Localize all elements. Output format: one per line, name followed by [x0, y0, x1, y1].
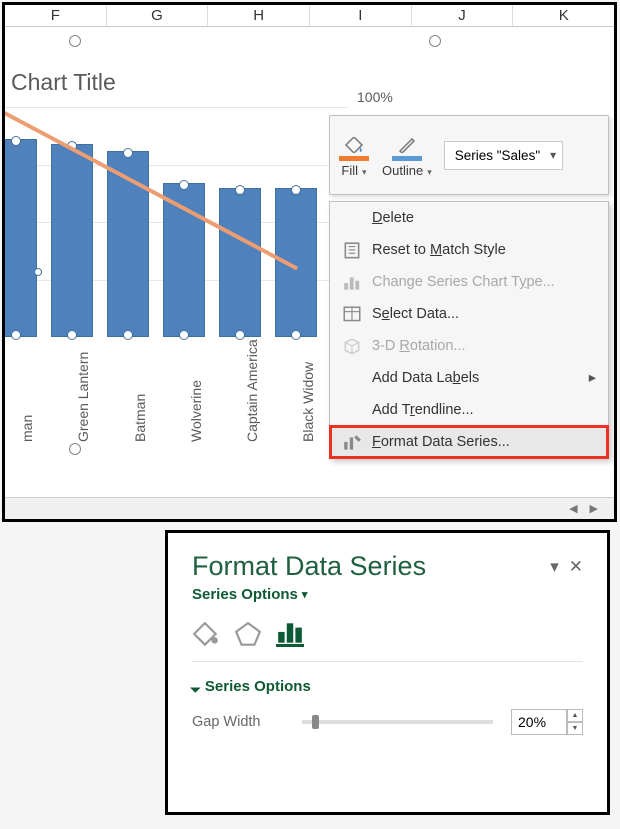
spin-up-button[interactable]: ▲: [567, 709, 583, 722]
none-icon: [342, 401, 362, 419]
series-dropdown[interactable]: Series "Sales": [444, 141, 563, 170]
pane-subtitle-dropdown[interactable]: Series Options: [192, 586, 583, 603]
category-label: Captain America: [244, 339, 260, 442]
ctx-add-trendline[interactable]: Add Trendline...: [330, 394, 608, 426]
ctx-label: Delete: [372, 210, 414, 226]
submenu-arrow-icon: ▸: [589, 370, 596, 386]
category-label: Green Lantern: [75, 352, 91, 442]
ctx-delete[interactable]: Delete: [330, 202, 608, 234]
pane-options-icon[interactable]: ▾: [550, 557, 559, 577]
none-icon: [342, 369, 362, 387]
ctx-label: Reset to Match Style: [372, 242, 506, 258]
col-header[interactable]: I: [310, 5, 412, 26]
section-title[interactable]: Series Options: [192, 678, 583, 695]
gap-width-input[interactable]: [511, 709, 567, 735]
col-header[interactable]: H: [208, 5, 310, 26]
gap-width-slider[interactable]: [302, 720, 493, 724]
ctx-label: Change Series Chart Type...: [372, 274, 555, 290]
ctx-change-type: Change Series Chart Type...: [330, 266, 608, 298]
ctx-reset[interactable]: Reset to Match Style: [330, 234, 608, 266]
data-bar[interactable]: [2, 139, 37, 337]
gap-width-label: Gap Width: [192, 714, 284, 730]
category-axis: man Green Lantern Batman Wolverine Capta…: [5, 342, 347, 462]
none-icon: [342, 209, 362, 227]
col-header[interactable]: G: [107, 5, 209, 26]
context-menu: Delete Reset to Match Style Change Series …: [329, 201, 609, 459]
ctx-3d: 3-D Rotation...: [330, 330, 608, 362]
spin-down-button[interactable]: ▼: [567, 722, 583, 735]
fill-button[interactable]: Fill▾: [338, 133, 370, 178]
pane-title: Format Data Series: [192, 551, 426, 582]
column-header-row: F G H I J K: [5, 5, 614, 27]
pen-icon: [398, 137, 416, 153]
ctx-label: Add Trendline...: [372, 402, 474, 418]
category-label: Wolverine: [188, 380, 204, 442]
col-header[interactable]: J: [412, 5, 514, 26]
chart-icon: [342, 273, 362, 291]
ctx-label: Select Data...: [372, 306, 459, 322]
format-data-series-pane: Format Data Series ▾ ✕ Series Options Se…: [165, 530, 610, 815]
effects-tab[interactable]: [234, 621, 262, 647]
data-bar[interactable]: [219, 188, 261, 338]
ctx-format[interactable]: Format Data Series...: [330, 426, 608, 458]
cube-icon: [342, 337, 362, 355]
fill-line-tab[interactable]: [192, 621, 220, 647]
chart-resize-handle[interactable]: [429, 35, 441, 47]
plot-area[interactable]: [5, 107, 347, 337]
col-header[interactable]: K: [513, 5, 614, 26]
category-label: Black Widow: [300, 362, 316, 442]
ctx-label: Format Data Series...: [372, 434, 510, 450]
spreadsheet-window: F G H I J K Chart Title 100% 40%: [2, 2, 617, 522]
data-bar[interactable]: [51, 144, 93, 337]
reset-icon: [342, 241, 362, 259]
pentagon-icon: [234, 621, 262, 647]
chart-resize-handle[interactable]: [69, 35, 81, 47]
close-icon[interactable]: ✕: [569, 557, 583, 577]
ctx-label: Add Data Labels: [372, 370, 479, 386]
category-label: Batman: [132, 394, 148, 442]
ctx-add-labels[interactable]: Add Data Labels ▸: [330, 362, 608, 394]
ctx-select-data[interactable]: Select Data...: [330, 298, 608, 330]
bar-chart-icon: [276, 619, 304, 645]
axis-label: 100%: [357, 89, 393, 105]
ctx-label: 3-D Rotation...: [372, 338, 466, 354]
series-options-tab[interactable]: [276, 621, 304, 647]
chart-title[interactable]: Chart Title: [11, 69, 116, 96]
sheet-scrollbar[interactable]: ◀▶: [5, 497, 614, 519]
chart-mini-toolbar: Fill▾ Outline▾ Series "Sales": [329, 115, 609, 195]
category-label: man: [19, 415, 35, 442]
table-icon: [342, 305, 362, 323]
paint-bucket-icon: [344, 137, 364, 153]
col-header[interactable]: F: [5, 5, 107, 26]
outline-button[interactable]: Outline▾: [382, 133, 432, 178]
format-icon: [342, 433, 362, 451]
paint-bucket-icon: [192, 621, 220, 647]
